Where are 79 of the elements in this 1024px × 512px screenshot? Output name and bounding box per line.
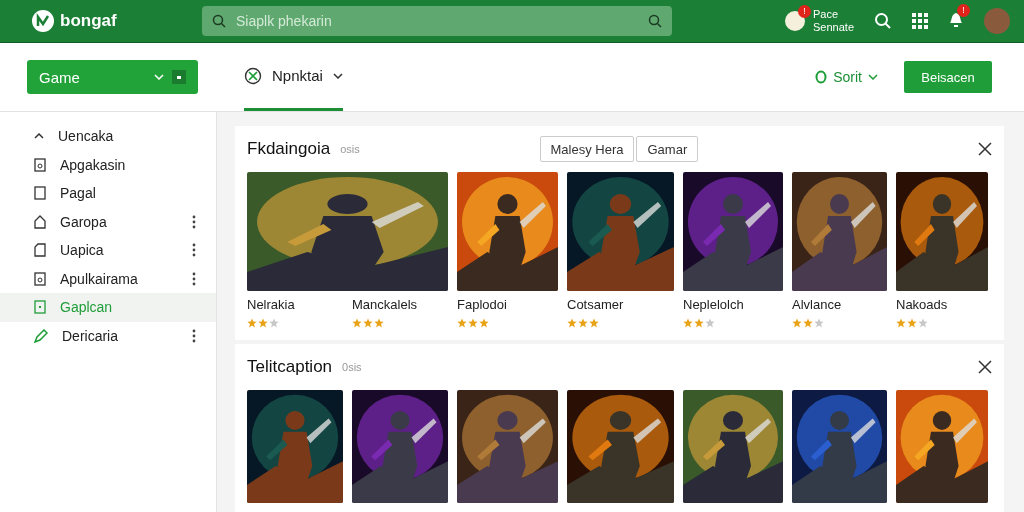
more-icon[interactable] <box>192 214 196 229</box>
sort-dropdown[interactable]: Sorit <box>809 68 884 86</box>
filter-button[interactable]: Gamar <box>636 136 699 162</box>
action-button[interactable]: Beisacen <box>904 61 992 93</box>
close-icon <box>978 142 992 156</box>
game-title[interactable]: Alvlance <box>792 297 887 312</box>
section-title: Fkdaingoia <box>247 139 331 159</box>
sidebar-item[interactable]: Pagal <box>0 179 216 208</box>
game-title[interactable]: Cotsamer <box>567 297 674 312</box>
sidebar-item[interactable]: Uapica <box>0 236 216 265</box>
status-dot[interactable] <box>785 11 805 31</box>
star-icon <box>683 318 693 328</box>
document-icon <box>34 271 46 286</box>
document-icon <box>34 157 46 172</box>
notification-badge: ! <box>798 5 811 18</box>
star-icon <box>374 318 384 328</box>
star-icon <box>479 318 489 328</box>
star-icon <box>457 318 467 328</box>
grid-icon[interactable] <box>912 13 928 29</box>
notice-title: Pace <box>813 8 840 21</box>
search-icon <box>648 14 662 28</box>
sidebar-item[interactable]: Dericaria <box>0 321 216 350</box>
sidebar-item[interactable]: Uencaka <box>0 122 216 151</box>
game-title[interactable]: Faplodoi <box>457 297 558 312</box>
star-icon <box>803 318 813 328</box>
notification-badge: ! <box>957 4 970 17</box>
more-icon[interactable] <box>192 328 196 343</box>
star-icon <box>247 318 257 328</box>
game-title[interactable]: Neplelolch <box>683 297 783 312</box>
section-title: Telitcaption <box>247 357 333 377</box>
star-icon <box>814 318 824 328</box>
star-icon <box>578 318 588 328</box>
bell-icon[interactable] <box>948 10 964 28</box>
chevron-down-icon <box>868 74 878 80</box>
game-title[interactable]: Nakoads <box>896 297 988 312</box>
logo-text: bongaf <box>60 11 117 31</box>
search-input[interactable]: Siaplk phekarin <box>234 12 640 30</box>
pen-icon <box>34 328 48 343</box>
search-field[interactable]: Siaplk phekarin <box>202 6 672 36</box>
star-icon <box>907 318 917 328</box>
star-icon <box>468 318 478 328</box>
star-icon <box>589 318 599 328</box>
close-button[interactable] <box>978 360 992 374</box>
star-icon <box>694 318 704 328</box>
tag-icon <box>34 243 46 258</box>
logo-icon <box>32 10 54 32</box>
chevron-down-icon <box>154 74 164 80</box>
square-icon <box>34 300 46 315</box>
search-icon[interactable] <box>874 12 892 30</box>
star-icon <box>792 318 802 328</box>
section-count: 0sis <box>342 361 362 373</box>
chevron-down-icon <box>332 72 343 79</box>
star-icon <box>918 318 928 328</box>
square-icon <box>172 70 186 84</box>
star-icon <box>363 318 373 328</box>
section-count: osis <box>340 143 360 155</box>
sidebar-item[interactable]: Garopa <box>0 207 216 236</box>
more-icon[interactable] <box>192 243 196 258</box>
star-icon <box>269 318 279 328</box>
search-icon <box>212 14 226 28</box>
star-icon <box>896 318 906 328</box>
crossed-circle-icon <box>244 66 262 85</box>
sidebar-item[interactable]: Apulkairama <box>0 264 216 293</box>
filter-button[interactable]: Malesy Hera <box>539 136 635 162</box>
game-title[interactable]: Nelrakia <box>247 297 343 312</box>
sidebar-item[interactable]: Apgakasin <box>0 150 216 179</box>
game-title[interactable]: Manckalels <box>352 297 448 312</box>
house-icon <box>34 214 46 229</box>
close-button[interactable] <box>978 142 992 156</box>
star-icon <box>258 318 268 328</box>
square-icon <box>34 186 46 201</box>
more-icon[interactable] <box>192 271 196 286</box>
star-icon <box>567 318 577 328</box>
star-icon <box>352 318 362 328</box>
chevron-up-icon <box>34 133 44 140</box>
circle-icon <box>815 70 828 84</box>
notice-subtitle: Sennate <box>813 21 854 34</box>
close-icon <box>978 360 992 374</box>
star-icon <box>705 318 715 328</box>
